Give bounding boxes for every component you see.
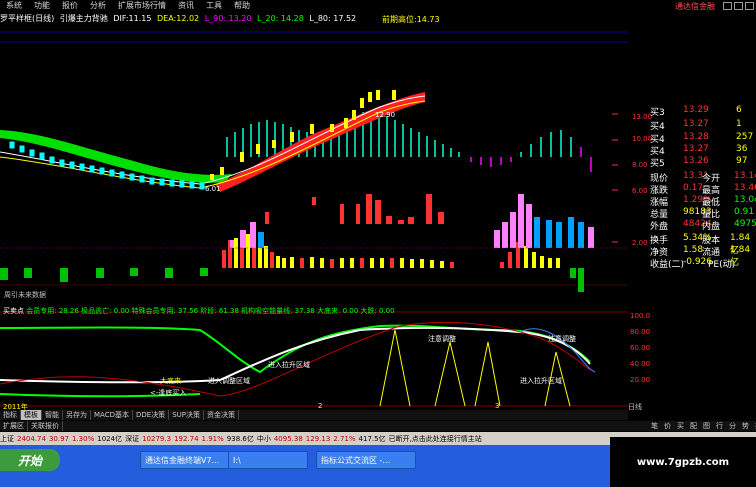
low-price-marker: 6.01 <box>205 185 221 193</box>
menu-help[interactable]: 帮助 <box>228 0 256 12</box>
ma-line-white <box>0 95 426 185</box>
menu-quote[interactable]: 报价 <box>56 0 84 12</box>
volume-panel-label: 周引未来数据 <box>4 291 46 299</box>
high-price-marker: 12.90 <box>375 111 396 119</box>
top-adjust-label-2: 注意调整 <box>548 335 576 343</box>
top-adjust-label-1: 注意调整 <box>428 335 456 343</box>
rise-zone-label: 进入拉升区域 <box>520 377 562 385</box>
tab-extension[interactable]: 扩展区 <box>0 421 28 431</box>
rtab-1[interactable]: 笔 <box>648 421 661 431</box>
maximize-icon[interactable] <box>734 2 743 10</box>
app-brand: 通达信金融 <box>675 1 715 11</box>
menu-news[interactable]: 资讯 <box>172 0 200 12</box>
tab-dde[interactable]: DDE决策 <box>133 410 170 420</box>
osc-axis-40: 40.00 <box>630 360 651 368</box>
timeline-month-3: 3 <box>495 402 500 410</box>
oscillator-title: 买卖点 会员专用: 28.26 极品逃亡: 0.00 特殊会员专用: 37.56… <box>3 307 395 315</box>
taskbar-item-tdx[interactable]: 通达信金融终端V7... <box>140 451 240 469</box>
rtab-9[interactable]: 指 <box>752 421 756 431</box>
right-panel-tabs: 笔 价 买 配 图 行 分 势 指 筹 <box>648 421 756 431</box>
trend-ribbon-green <box>0 130 232 183</box>
minimize-icon[interactable] <box>723 2 732 10</box>
stock-chart[interactable] <box>0 12 628 408</box>
rtab-4[interactable]: 配 <box>687 421 700 431</box>
close-icon[interactable] <box>745 2 754 10</box>
candlesticks-up <box>210 90 396 180</box>
menu-bar: 系统 功能 报价 分析 扩展市场行情 资讯 工具 帮助 通达信金融 <box>0 0 756 12</box>
tab-macd[interactable]: MACD基本 <box>91 410 133 420</box>
signal-bars <box>230 194 594 248</box>
tab-save-as[interactable]: 另存为 <box>63 410 91 420</box>
period-label[interactable]: 日线 <box>628 402 642 412</box>
rtab-7[interactable]: 分 <box>726 421 739 431</box>
tab-sup[interactable]: SUP决策 <box>169 410 204 420</box>
tab-related-quote[interactable]: 关联报价 <box>28 421 63 431</box>
start-button[interactable]: 开始 <box>0 449 60 471</box>
site-watermark: www.7gpzb.com <box>610 437 756 487</box>
rtab-6[interactable]: 行 <box>713 421 726 431</box>
menu-ext-market[interactable]: 扩展市场行情 <box>112 0 172 12</box>
tab-template[interactable]: 模板 <box>21 410 42 420</box>
menu-system[interactable]: 系统 <box>0 0 28 12</box>
indicator-tabs: 指标 模板 智能 另存为 MACD基本 DDE决策 SUP决策 资金决策 <box>0 410 628 420</box>
osc-axis-20: 20.00 <box>630 376 651 384</box>
menu-function[interactable]: 功能 <box>28 0 56 12</box>
bottom-buy-label: <-逢底买入 <box>150 389 187 397</box>
tab-smart[interactable]: 智能 <box>42 410 63 420</box>
price-axis-ticks <box>612 113 618 243</box>
quote-panel: 买3 13.29 6 买4 13.27 1 买4 13.28 257 买4 13.27 36 买… <box>650 105 756 270</box>
big-bottom-label: 大底来 <box>160 377 181 385</box>
tab-indicator[interactable]: 指标 <box>0 410 21 420</box>
fall-zone-label: 进入调整区域 <box>208 377 250 385</box>
osc-axis-60: 60.00 <box>630 344 651 352</box>
rtab-2[interactable]: 价 <box>661 421 674 431</box>
extension-tabs: 扩展区 关联报价 <box>0 421 756 431</box>
menu-analysis[interactable]: 分析 <box>84 0 112 12</box>
taskbar-item-explorer[interactable]: I:\ <box>228 451 308 469</box>
up-zone-label: 进入拉升区域 <box>268 361 310 369</box>
taskbar-item-forum[interactable]: 指标公式交流区 -... <box>316 451 416 469</box>
timeline-month-2: 2 <box>318 402 323 410</box>
osc-axis-80: 80.00 <box>630 328 651 336</box>
rtab-3[interactable]: 买 <box>674 421 687 431</box>
connection-status[interactable]: 已断开,点击此处连接行情主站 <box>389 434 482 444</box>
rtab-5[interactable]: 图 <box>700 421 713 431</box>
rtab-8[interactable]: 势 <box>739 421 752 431</box>
tab-fund[interactable]: 资金决策 <box>204 410 239 420</box>
menu-tools[interactable]: 工具 <box>200 0 228 12</box>
